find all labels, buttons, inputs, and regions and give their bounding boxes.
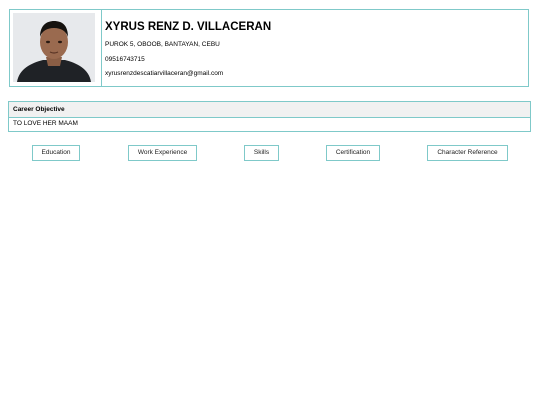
photo-cell [10,10,102,86]
profile-card: XYRUS RENZ D. VILLACERAN PUROK 5, OBOOB,… [9,9,529,87]
career-objective-title: Career Objective [9,102,530,118]
profile-photo [13,13,95,82]
work-experience-button[interactable]: Work Experience [128,145,197,161]
certification-button[interactable]: Certification [326,145,380,161]
person-photo-icon [13,13,95,82]
career-objective-section: Career Objective TO LOVE HER MAAM [8,101,531,132]
profile-phone: 09516743715 [105,56,145,63]
career-objective-text: TO LOVE HER MAAM [13,120,78,127]
education-button[interactable]: Education [32,145,80,161]
character-reference-button[interactable]: Character Reference [427,145,508,161]
profile-email: xyrusrenzdescatiarvillaceran@gmail.com [105,70,224,77]
profile-name: XYRUS RENZ D. VILLACERAN [105,21,272,33]
profile-address: PUROK 5, OBOOB, BANTAYAN, CEBU [105,41,220,48]
skills-button[interactable]: Skills [244,145,279,161]
